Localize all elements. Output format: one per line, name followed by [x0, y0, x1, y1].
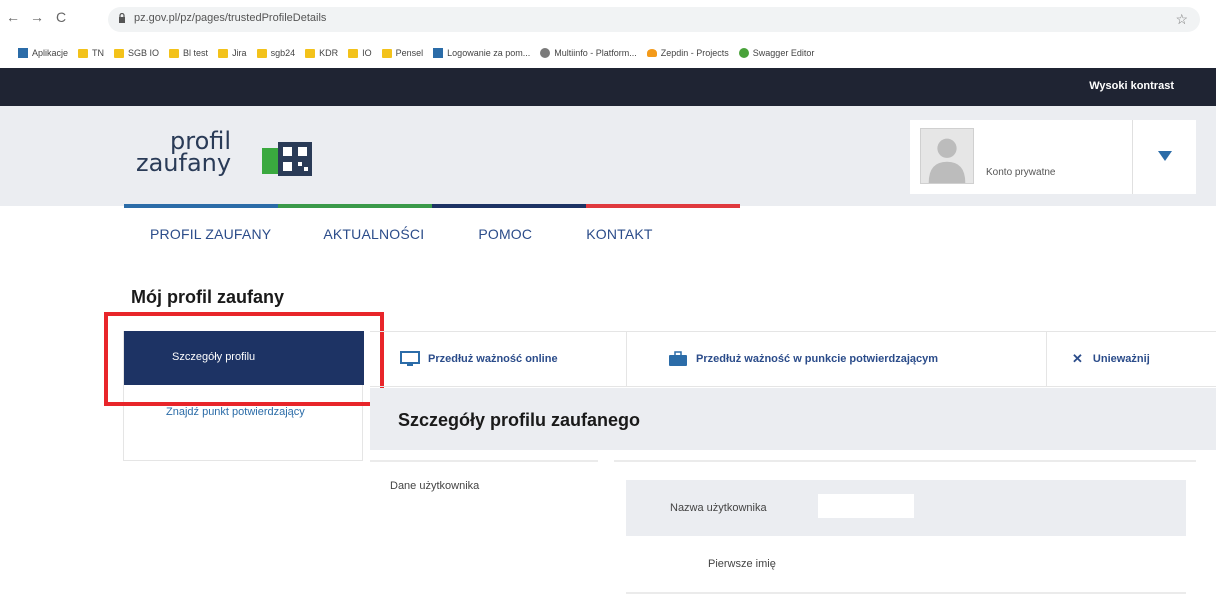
- bookmark-label: KDR: [319, 48, 339, 58]
- highlight-box: [104, 312, 384, 406]
- logo-line2: zaufany: [136, 149, 232, 177]
- bookmark-item[interactable]: KDR: [305, 48, 338, 58]
- bookmark-item[interactable]: TN: [78, 48, 104, 58]
- globe-icon: [540, 48, 551, 58]
- apps-grid-icon: [18, 48, 28, 58]
- section-title: Szczegóły profilu zaufanego: [398, 410, 641, 430]
- bookmark-item[interactable]: Logowanie za pom...: [433, 48, 530, 58]
- monitor-icon: [400, 351, 420, 366]
- nav-kontakt[interactable]: KONTAKT: [586, 226, 652, 242]
- folder-icon: [114, 48, 125, 58]
- swagger-icon: [738, 48, 749, 58]
- bookmark-item[interactable]: SGB IO: [114, 48, 159, 58]
- username-label: Nazwa użytkownika: [670, 502, 767, 514]
- bookmark-label: sgb24: [270, 48, 296, 58]
- divider: [626, 332, 627, 386]
- logo-qr-icon: [262, 142, 312, 176]
- bookmark-label: Pensel: [395, 48, 424, 58]
- bookmark-label: SGB IO: [128, 48, 160, 58]
- close-icon: ✕: [1072, 351, 1083, 366]
- action-label: Przedłuż ważność w punkcie potwierdzając…: [696, 353, 939, 365]
- bookmark-label: Multiinfo - Platform...: [554, 48, 637, 58]
- bookmark-label: Logowanie za pom...: [447, 48, 531, 58]
- bookmark-label: Aplikacje: [32, 48, 69, 58]
- browser-toolbar: ← → C pz.gov.pl/pz/pages/trustedProfileD…: [0, 0, 1216, 38]
- extend-online-button[interactable]: Przedłuż ważność online: [400, 332, 558, 386]
- bookmark-item[interactable]: Bl test: [169, 48, 208, 58]
- field-row-username: Nazwa użytkownika: [626, 480, 1186, 536]
- forward-icon[interactable]: →: [30, 9, 44, 25]
- lock-icon: [119, 13, 125, 23]
- bookmark-label: IO: [362, 48, 372, 58]
- avatar: [920, 128, 974, 184]
- folder-icon: [256, 48, 267, 58]
- bookmark-label: Zepdin - Projects: [660, 48, 729, 58]
- top-bar: Wysoki kontrast: [0, 68, 1216, 106]
- bookmark-item[interactable]: Zepdin - Projects: [646, 48, 729, 58]
- main-nav: PROFIL ZAUFANY AKTUALNOŚCI POMOC KONTAKT: [150, 226, 653, 242]
- folder-icon: [78, 48, 89, 58]
- reload-icon[interactable]: C: [56, 9, 66, 25]
- color-strip: [124, 204, 740, 208]
- action-label: Przedłuż ważność online: [428, 353, 558, 365]
- bookmark-item[interactable]: IO: [348, 48, 372, 58]
- divider: [626, 592, 1186, 594]
- folder-icon: [348, 48, 359, 58]
- site-logo[interactable]: profil zaufany: [136, 129, 232, 177]
- site-header: profil zaufany Konto prywatne: [0, 106, 1216, 206]
- action-label: Unieważnij: [1092, 353, 1150, 365]
- back-icon[interactable]: ←: [6, 9, 20, 25]
- nav-profil-zaufany[interactable]: PROFIL ZAUFANY: [150, 226, 271, 242]
- page-title: Mój profil zaufany: [131, 287, 284, 307]
- action-bar: Przedłuż ważność online Przedłuż ważność…: [370, 331, 1216, 387]
- first-name-label: Pierwsze imię: [708, 558, 776, 570]
- account-menu[interactable]: Konto prywatne: [910, 120, 1196, 194]
- bookmark-label: Bl test: [183, 48, 209, 58]
- bookmark-item[interactable]: Swagger Editor: [738, 48, 815, 58]
- username-value: [818, 494, 914, 518]
- bookmark-star-icon[interactable]: ☆: [1175, 11, 1188, 28]
- bookmarks-bar: Aplikacje TN SGB IO Bl test Jira sgb24 K…: [0, 38, 1216, 68]
- site-icon: [646, 49, 657, 57]
- bookmark-label: Swagger Editor: [752, 48, 815, 58]
- divider: [1132, 120, 1133, 194]
- section-header: Szczegóły profilu zaufanego: [370, 388, 1216, 450]
- bookmark-item[interactable]: sgb24: [256, 48, 296, 58]
- account-type-label: Konto prywatne: [986, 167, 1056, 178]
- bookmark-item[interactable]: Jira: [218, 48, 247, 58]
- nav-aktualnosci[interactable]: AKTUALNOŚCI: [323, 226, 424, 242]
- divider: [614, 460, 1196, 462]
- bookmark-item[interactable]: Multiinfo - Platform...: [540, 48, 637, 58]
- folder-icon: [381, 48, 392, 58]
- side-item-find-point[interactable]: Znajdź punkt potwierdzający: [166, 405, 326, 420]
- bookmark-label: Jira: [232, 48, 247, 58]
- folder-icon: [169, 48, 180, 58]
- divider: [1046, 332, 1047, 386]
- url-text: pz.gov.pl/pz/pages/trustedProfileDetails: [134, 12, 327, 24]
- briefcase-icon: [669, 351, 687, 366]
- chevron-down-icon[interactable]: [1140, 144, 1190, 170]
- high-contrast-link[interactable]: Wysoki kontrast: [1089, 80, 1174, 92]
- field-row-first-name: Pierwsze imię: [626, 536, 1186, 592]
- address-bar[interactable]: pz.gov.pl/pz/pages/trustedProfileDetails…: [108, 7, 1200, 32]
- folder-icon: [305, 48, 316, 58]
- bookmark-label: TN: [92, 48, 105, 58]
- site-icon: [433, 48, 444, 58]
- extend-at-point-button[interactable]: Przedłuż ważność w punkcie potwierdzając…: [668, 332, 938, 386]
- folder-icon: [218, 48, 229, 58]
- bookmark-apps[interactable]: Aplikacje: [18, 48, 68, 58]
- user-data-label: Dane użytkownika: [390, 480, 480, 492]
- nav-pomoc[interactable]: POMOC: [478, 226, 532, 242]
- invalidate-button[interactable]: ✕ Unieważnij: [1072, 332, 1150, 386]
- divider: [370, 460, 598, 462]
- bookmark-item[interactable]: Pensel: [381, 48, 424, 58]
